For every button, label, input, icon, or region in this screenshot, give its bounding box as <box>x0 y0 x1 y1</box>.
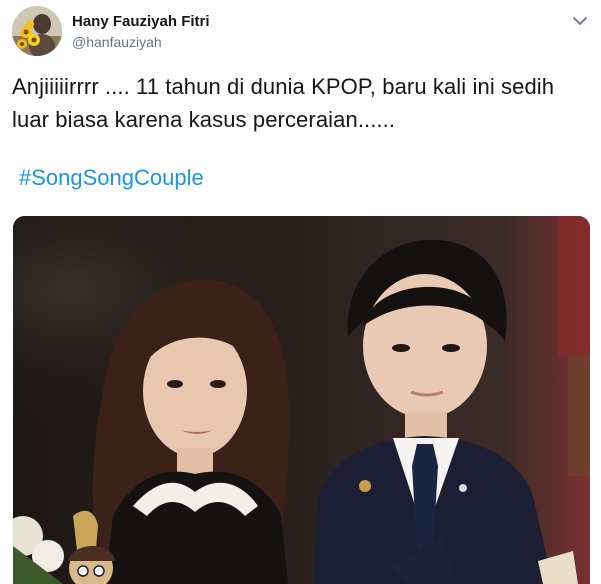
hashtag-link[interactable]: #SongSongCouple <box>19 161 204 194</box>
photo-image <box>13 216 590 584</box>
author-display-name[interactable]: Hany Fauziyah Fitri <box>72 12 210 32</box>
author-block: Hany Fauziyah Fitri @hanfauziyah <box>72 12 210 51</box>
avatar[interactable] <box>12 6 62 56</box>
tweet-text-line: Anjiiiiirrrr .... 11 tahun di dunia KPOP… <box>12 74 555 99</box>
tweet-menu-button[interactable] <box>571 14 589 28</box>
tweet-media-photo[interactable] <box>13 216 590 584</box>
tweet-card: Hany Fauziyah Fitri @hanfauziyah Anjiiii… <box>0 0 601 584</box>
author-handle[interactable]: @hanfauziyah <box>72 33 210 51</box>
tweet-text: Anjiiiiirrrr .... 11 tahun di dunia KPOP… <box>12 70 587 136</box>
chevron-down-icon <box>573 17 587 25</box>
avatar-image <box>12 6 62 56</box>
tweet-text-line: luar biasa karena kasus perceraian...... <box>12 107 396 132</box>
